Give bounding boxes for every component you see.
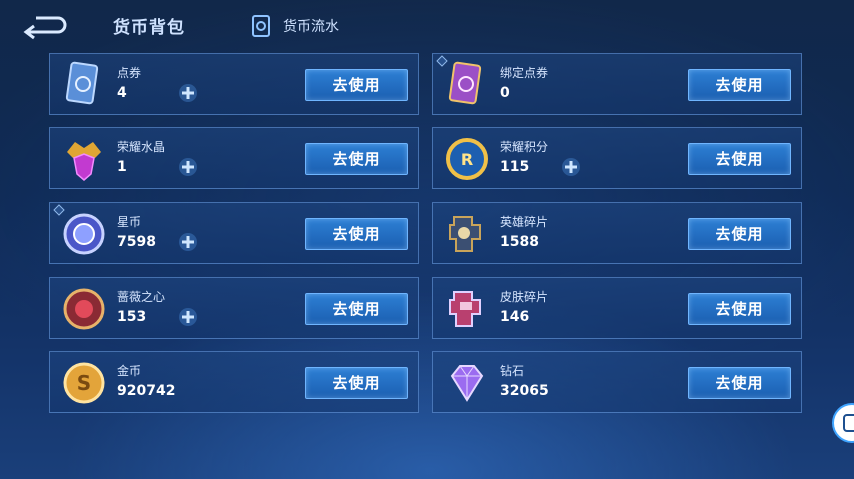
hero-fragment-icon (449, 216, 481, 252)
currency-name: 钻石 (500, 364, 525, 378)
currency-value: 146 (500, 309, 530, 325)
star-coin-icon (63, 213, 105, 255)
currency-name: 金币 (117, 364, 142, 378)
currency-name: 点券 (117, 66, 142, 80)
use-diamond-button[interactable]: 去使用 (688, 367, 791, 399)
use-glory-crystal-button[interactable]: 去使用 (305, 143, 408, 175)
bound-ticket-icon (448, 61, 482, 105)
currency-card-glory-points: R 荣耀积分 115 去使用 (432, 127, 802, 189)
add-ticket-plus-icon[interactable] (178, 83, 198, 103)
diamond-icon (450, 365, 484, 402)
use-rose-heart-button[interactable]: 去使用 (305, 293, 408, 325)
currency-value: 32065 (500, 383, 549, 399)
currency-name: 蔷薇之心 (117, 290, 166, 304)
currency-value: 115 (500, 159, 530, 175)
use-hero-fragment-button[interactable]: 去使用 (688, 218, 791, 250)
glory-crystal-icon (67, 142, 101, 181)
currency-value: 153 (117, 309, 147, 325)
add-glory-crystal-plus-icon[interactable] (178, 157, 198, 177)
currency-name: 荣耀水晶 (117, 140, 166, 154)
currency-name: 荣耀积分 (500, 140, 549, 154)
svg-text:S: S (77, 371, 91, 395)
use-skin-fragment-button[interactable]: 去使用 (688, 293, 791, 325)
currency-card-rose-heart: 蔷薇之心 153 去使用 (49, 277, 419, 339)
currency-name: 英雄碎片 (500, 215, 549, 229)
currency-name: 皮肤碎片 (500, 290, 549, 304)
skin-fragment-icon (449, 291, 481, 327)
currency-value: 0 (500, 85, 510, 101)
currency-name: 星币 (117, 215, 142, 229)
currency-value: 7598 (117, 234, 156, 250)
currency-name: 绑定点券 (500, 66, 549, 80)
add-rose-heart-plus-icon[interactable] (178, 307, 198, 327)
currency-card-skin-fragment: 皮肤碎片 146 去使用 (432, 277, 802, 339)
back-arrow-icon (23, 16, 67, 40)
currency-card-hero-fragment: 英雄碎片 1588 去使用 (432, 202, 802, 264)
use-ticket-button[interactable]: 去使用 (305, 69, 408, 101)
currency-value: 1588 (500, 234, 539, 250)
currency-card-gold-coin: S 金币 920742 去使用 (49, 351, 419, 413)
use-gold-coin-button[interactable]: 去使用 (305, 367, 408, 399)
currency-card-star-coin: 星币 7598 去使用 (49, 202, 419, 264)
currency-flow-link[interactable]: 货币流水 (251, 14, 339, 38)
currency-value: 1 (117, 159, 127, 175)
use-star-coin-button[interactable]: 去使用 (305, 218, 408, 250)
add-glory-points-plus-icon[interactable] (561, 157, 581, 177)
back-button[interactable] (22, 14, 68, 40)
svg-text:R: R (461, 150, 473, 169)
floating-menu-button[interactable] (832, 403, 854, 443)
ticket-card-icon (65, 61, 99, 105)
currency-value: 4 (117, 85, 127, 101)
window-icon (843, 414, 854, 432)
use-glory-points-button[interactable]: 去使用 (688, 143, 791, 175)
glory-points-icon: R (446, 138, 488, 180)
use-bound-ticket-button[interactable]: 去使用 (688, 69, 791, 101)
currency-card-bound-ticket: 绑定点券 0 去使用 (432, 53, 802, 115)
add-star-coin-plus-icon[interactable] (178, 232, 198, 252)
currency-card-glory-crystal: 荣耀水晶 1 去使用 (49, 127, 419, 189)
flow-record-icon (252, 15, 270, 37)
top-bar: 货币背包 货币流水 (0, 0, 854, 52)
currency-card-ticket: 点券 4 去使用 (49, 53, 419, 115)
page-title: 货币背包 (113, 18, 185, 38)
currency-flow-label: 货币流水 (283, 19, 339, 35)
currency-card-diamond: 钻石 32065 去使用 (432, 351, 802, 413)
currency-value: 920742 (117, 383, 176, 399)
gold-coin-icon: S (63, 362, 105, 404)
rose-heart-icon (63, 288, 105, 330)
